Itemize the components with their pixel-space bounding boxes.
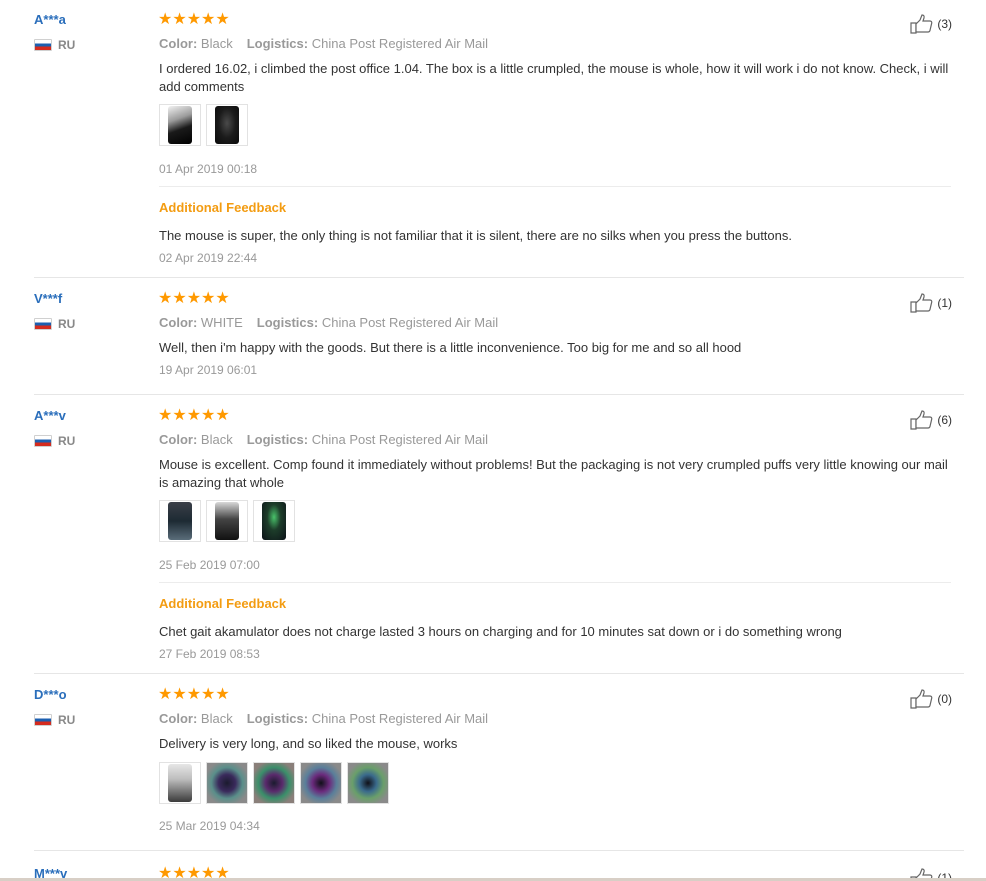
helpful-button[interactable]: (3) <box>910 14 952 34</box>
review-item: A***v RU ★★★★★ (6) Color: Black Logistics… <box>0 408 986 674</box>
color-label: Color: <box>159 711 198 726</box>
review-photo[interactable] <box>347 762 389 804</box>
review-item: A***a RU ★★★★★ (3) Color: Black Logistics… <box>0 12 986 278</box>
color-label: Color: <box>159 432 198 447</box>
thumbs-up-icon <box>910 14 933 34</box>
additional-feedback-text: Chet gait akamulator does not charge las… <box>159 624 842 639</box>
review-photo[interactable] <box>159 500 201 542</box>
reviewer-country: RU <box>34 38 75 52</box>
star-rating: ★★★★★ <box>158 290 230 307</box>
review-item: V***f RU ★★★★★ (1) Color: WHITE Logistics… <box>0 291 986 395</box>
logistics-label: Logistics: <box>246 432 309 447</box>
country-code: RU <box>58 317 76 331</box>
helpful-button[interactable]: (0) <box>910 689 952 709</box>
color-value: Black <box>200 711 233 726</box>
review-text: I ordered 16.02, i climbed the post offi… <box>159 61 949 94</box>
logistics-value: China Post Registered Air Mail <box>311 432 489 447</box>
review-photo[interactable] <box>300 762 342 804</box>
russia-flag-icon <box>34 39 52 51</box>
additional-feedback-label: Additional Feedback <box>159 200 287 215</box>
divider <box>159 582 951 583</box>
order-info: Color: Black Logistics: China Post Regist… <box>159 36 488 51</box>
logistics-label: Logistics: <box>246 36 309 51</box>
divider <box>159 186 951 187</box>
helpful-count: (3) <box>937 17 952 31</box>
thumbs-up-icon <box>910 689 933 709</box>
country-code: RU <box>58 713 76 727</box>
reviewer-country: RU <box>34 434 75 448</box>
russia-flag-icon <box>34 435 52 447</box>
helpful-count: (1) <box>937 296 952 310</box>
order-info: Color: Black Logistics: China Post Regist… <box>159 432 488 447</box>
thumbs-up-icon <box>910 293 933 313</box>
additional-feedback-label: Additional Feedback <box>159 596 287 611</box>
logistics-label: Logistics: <box>256 315 319 330</box>
helpful-count: (6) <box>937 413 952 427</box>
reviewer-name[interactable]: A***a <box>34 12 66 27</box>
reviewer-country: RU <box>34 317 75 331</box>
review-photos <box>159 500 295 542</box>
review-photo[interactable] <box>253 762 295 804</box>
review-photo[interactable] <box>253 500 295 542</box>
helpful-button[interactable]: (6) <box>910 410 952 430</box>
review-date: 25 Mar 2019 04:34 <box>159 819 260 833</box>
reviewer-name[interactable]: D***o <box>34 687 67 702</box>
color-value: WHITE <box>200 315 243 330</box>
logistics-value: China Post Registered Air Mail <box>311 36 489 51</box>
additional-feedback-text: The mouse is super, the only thing is no… <box>159 228 792 243</box>
review-photos <box>159 762 389 804</box>
review-photos <box>159 104 248 146</box>
country-code: RU <box>58 38 76 52</box>
order-info: Color: Black Logistics: China Post Regist… <box>159 711 488 726</box>
review-date: 01 Apr 2019 00:18 <box>159 162 258 176</box>
helpful-button[interactable]: (1) <box>910 293 952 313</box>
review-date: 25 Feb 2019 07:00 <box>159 558 260 572</box>
thumbs-up-icon <box>910 410 933 430</box>
review-date: 19 Apr 2019 06:01 <box>159 363 258 377</box>
review-photo[interactable] <box>206 762 248 804</box>
russia-flag-icon <box>34 714 52 726</box>
color-value: Black <box>200 36 233 51</box>
color-value: Black <box>200 432 233 447</box>
logistics-value: China Post Registered Air Mail <box>311 711 489 726</box>
star-rating: ★★★★★ <box>158 11 230 28</box>
review-photo[interactable] <box>206 500 248 542</box>
logistics-label: Logistics: <box>246 711 309 726</box>
review-photo[interactable] <box>159 104 201 146</box>
review-text: Delivery is very long, and so liked the … <box>159 736 458 751</box>
order-info: Color: WHITE Logistics: China Post Regist… <box>159 315 498 330</box>
additional-feedback-date: 27 Feb 2019 08:53 <box>159 647 260 661</box>
color-label: Color: <box>159 315 198 330</box>
color-label: Color: <box>159 36 198 51</box>
review-item: D***o RU ★★★★★ (0) Color: Black Logistics… <box>0 687 986 851</box>
country-code: RU <box>58 434 76 448</box>
review-text: Mouse is excellent. Comp found it immedi… <box>159 457 948 490</box>
star-rating: ★★★★★ <box>158 686 230 703</box>
reviewer-name[interactable]: V***f <box>34 291 62 306</box>
reviewer-name[interactable]: A***v <box>34 408 66 423</box>
russia-flag-icon <box>34 318 52 330</box>
review-photo[interactable] <box>206 104 248 146</box>
logistics-value: China Post Registered Air Mail <box>321 315 499 330</box>
star-rating: ★★★★★ <box>158 407 230 424</box>
additional-feedback-date: 02 Apr 2019 22:44 <box>159 251 258 265</box>
reviewer-country: RU <box>34 713 75 727</box>
review-photo[interactable] <box>159 762 201 804</box>
helpful-count: (0) <box>937 692 952 706</box>
review-text: Well, then i'm happy with the goods. But… <box>159 340 742 355</box>
